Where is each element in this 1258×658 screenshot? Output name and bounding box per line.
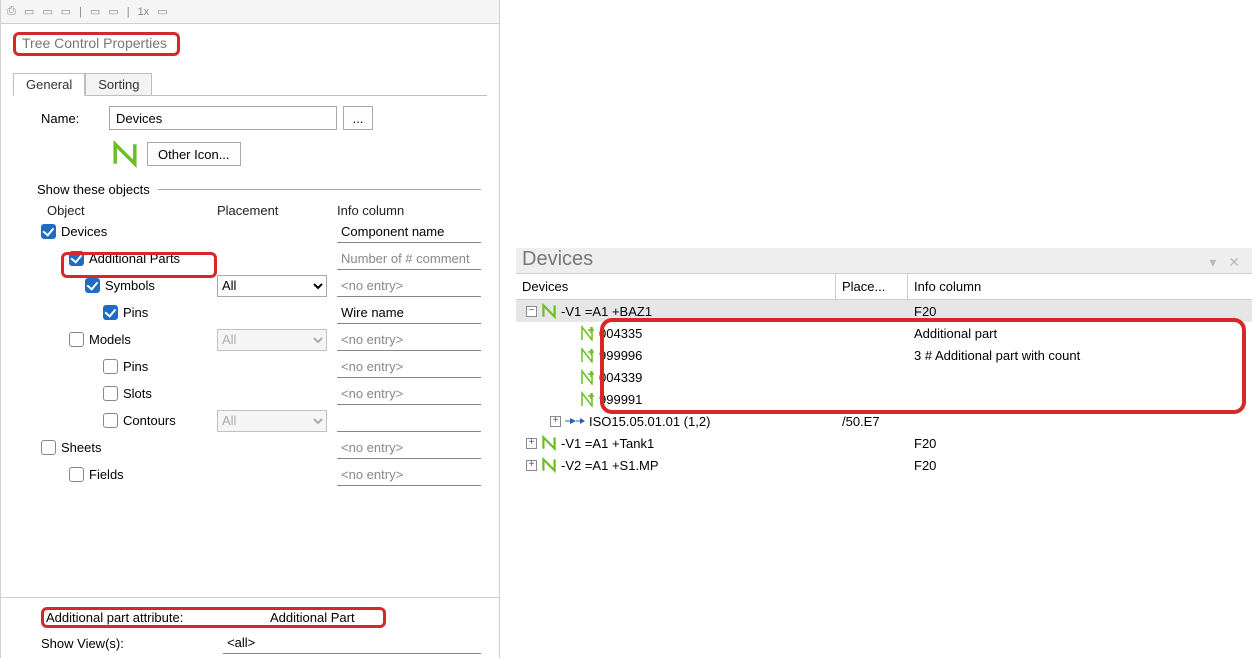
tree-row-label: 004335 xyxy=(599,326,642,341)
devices-grid-header: Devices Place... Info column xyxy=(516,274,1252,300)
editor-toolbar: ⎙▭▭▭|▭▭|1x▭ xyxy=(1,0,499,24)
node-fields: Fields xyxy=(89,467,124,482)
tree-row[interactable]: 004339 xyxy=(516,366,1252,388)
col-object: Object xyxy=(47,203,217,218)
tree-row-info: F20 xyxy=(908,458,1252,473)
tabs: General Sorting xyxy=(13,72,499,95)
node-additional-parts: Additional Parts xyxy=(89,251,180,266)
info-contours[interactable] xyxy=(337,410,481,432)
other-icon-button[interactable]: Other Icon... xyxy=(147,142,241,166)
expand-icon[interactable]: + xyxy=(526,438,537,449)
tree-row[interactable]: + -V1 =A1 +Tank1 F20 xyxy=(516,432,1252,454)
info-additional-parts[interactable]: Number of # comment xyxy=(337,248,481,270)
tree-row[interactable]: 004335 Additional part xyxy=(516,322,1252,344)
col-placement: Placement xyxy=(217,203,337,218)
node-contours: Contours xyxy=(123,413,176,428)
node-pins: Pins xyxy=(123,305,148,320)
browse-button[interactable]: ... xyxy=(343,106,373,130)
tree-row[interactable]: + ISO15.05.01.01 (1,2) /50.E7 xyxy=(516,410,1252,432)
additional-part-icon xyxy=(579,347,595,363)
tab-general[interactable]: General xyxy=(13,73,85,96)
panel-title: Tree Control Properties xyxy=(13,32,180,56)
node-symbols: Symbols xyxy=(105,278,155,293)
show-views-value[interactable]: <all> xyxy=(223,632,481,654)
tree-control-properties-panel: ⎙▭▭▭|▭▭|1x▭ Tree Control Properties Gene… xyxy=(0,0,500,658)
info-pins[interactable]: Wire name xyxy=(337,302,481,324)
symbol-icon xyxy=(565,414,585,428)
node-model-pins: Pins xyxy=(123,359,148,374)
objects-grid: Object Placement Info column Devices Com… xyxy=(41,203,481,488)
node-devices: Devices xyxy=(61,224,107,239)
placement-contours: All xyxy=(217,410,327,432)
tree-row-info: F20 xyxy=(908,304,1252,319)
tab-sorting[interactable]: Sorting xyxy=(85,73,152,95)
chk-devices[interactable] xyxy=(41,224,56,239)
placement-symbols[interactable]: All xyxy=(217,275,327,297)
panel-toolbar-icons: ▾ ✕ xyxy=(1209,254,1252,271)
chk-fields[interactable] xyxy=(69,467,84,482)
node-slots: Slots xyxy=(123,386,152,401)
info-symbols[interactable]: <no entry> xyxy=(337,275,481,297)
name-input[interactable] xyxy=(109,106,337,130)
info-models[interactable]: <no entry> xyxy=(337,329,481,351)
col-info[interactable]: Info column xyxy=(908,274,1252,300)
tree-row-label: 999996 xyxy=(599,348,642,363)
info-devices[interactable]: Component name xyxy=(337,221,481,243)
devices-tree-body: − -V1 =A1 +BAZ1 F20 004335 Additional part 99… xyxy=(516,300,1252,476)
tree-row-label: -V1 =A1 +Tank1 xyxy=(561,436,654,451)
additional-part-attribute-label: Additional part attribute: xyxy=(46,610,228,625)
tree-row[interactable]: − -V1 =A1 +BAZ1 F20 xyxy=(516,300,1252,322)
additional-part-icon xyxy=(579,391,595,407)
tree-row-label: 004339 xyxy=(599,370,642,385)
chk-slots[interactable] xyxy=(103,386,118,401)
node-models: Models xyxy=(89,332,131,347)
info-slots[interactable]: <no entry> xyxy=(337,383,481,405)
placement-models: All xyxy=(217,329,327,351)
expand-icon[interactable]: + xyxy=(526,460,537,471)
expand-icon[interactable]: + xyxy=(550,416,561,427)
tree-row-info: 3 # Additional part with count xyxy=(908,348,1252,363)
tree-row[interactable]: + -V2 =A1 +S1.MP F20 xyxy=(516,454,1252,476)
additional-part-icon xyxy=(579,369,595,385)
device-icon xyxy=(541,435,557,451)
info-fields[interactable]: <no entry> xyxy=(337,464,481,486)
show-views-label: Show View(s): xyxy=(41,636,223,651)
chk-pins[interactable] xyxy=(103,305,118,320)
section-show-objects: Show these objects xyxy=(37,182,150,197)
device-icon xyxy=(541,303,557,319)
tree-row-label: -V2 =A1 +S1.MP xyxy=(561,458,659,473)
additional-part-icon xyxy=(579,325,595,341)
tree-row-label: ISO15.05.01.01 (1,2) xyxy=(589,414,710,429)
tree-row-place: /50.E7 xyxy=(836,414,908,429)
tree-row-label: -V1 =A1 +BAZ1 xyxy=(561,304,652,319)
chk-symbols[interactable] xyxy=(85,278,100,293)
col-info: Info column xyxy=(337,203,481,218)
chk-model-pins[interactable] xyxy=(103,359,118,374)
col-devices[interactable]: Devices xyxy=(516,274,836,300)
tree-row-info: Additional part xyxy=(908,326,1252,341)
tree-row-label: 999991 xyxy=(599,392,642,407)
devices-panel-title: Devices xyxy=(522,248,593,271)
node-sheets: Sheets xyxy=(61,440,101,455)
devices-tree-panel: Devices ▾ ✕ Devices Place... Info column… xyxy=(516,248,1252,476)
chk-contours[interactable] xyxy=(103,413,118,428)
chk-sheets[interactable] xyxy=(41,440,56,455)
device-icon xyxy=(541,457,557,473)
chk-additional-parts[interactable] xyxy=(69,251,84,266)
collapse-icon[interactable]: − xyxy=(526,306,537,317)
additional-part-attribute-value[interactable]: Additional Part xyxy=(270,610,355,625)
tree-row-info: F20 xyxy=(908,436,1252,451)
tree-row[interactable]: 999991 xyxy=(516,388,1252,410)
tree-row[interactable]: 999996 3 # Additional part with count xyxy=(516,344,1252,366)
info-model-pins[interactable]: <no entry> xyxy=(337,356,481,378)
info-sheets[interactable]: <no entry> xyxy=(337,437,481,459)
device-icon xyxy=(109,138,141,170)
chk-models[interactable] xyxy=(69,332,84,347)
col-place[interactable]: Place... xyxy=(836,274,908,300)
name-label: Name: xyxy=(41,111,109,126)
